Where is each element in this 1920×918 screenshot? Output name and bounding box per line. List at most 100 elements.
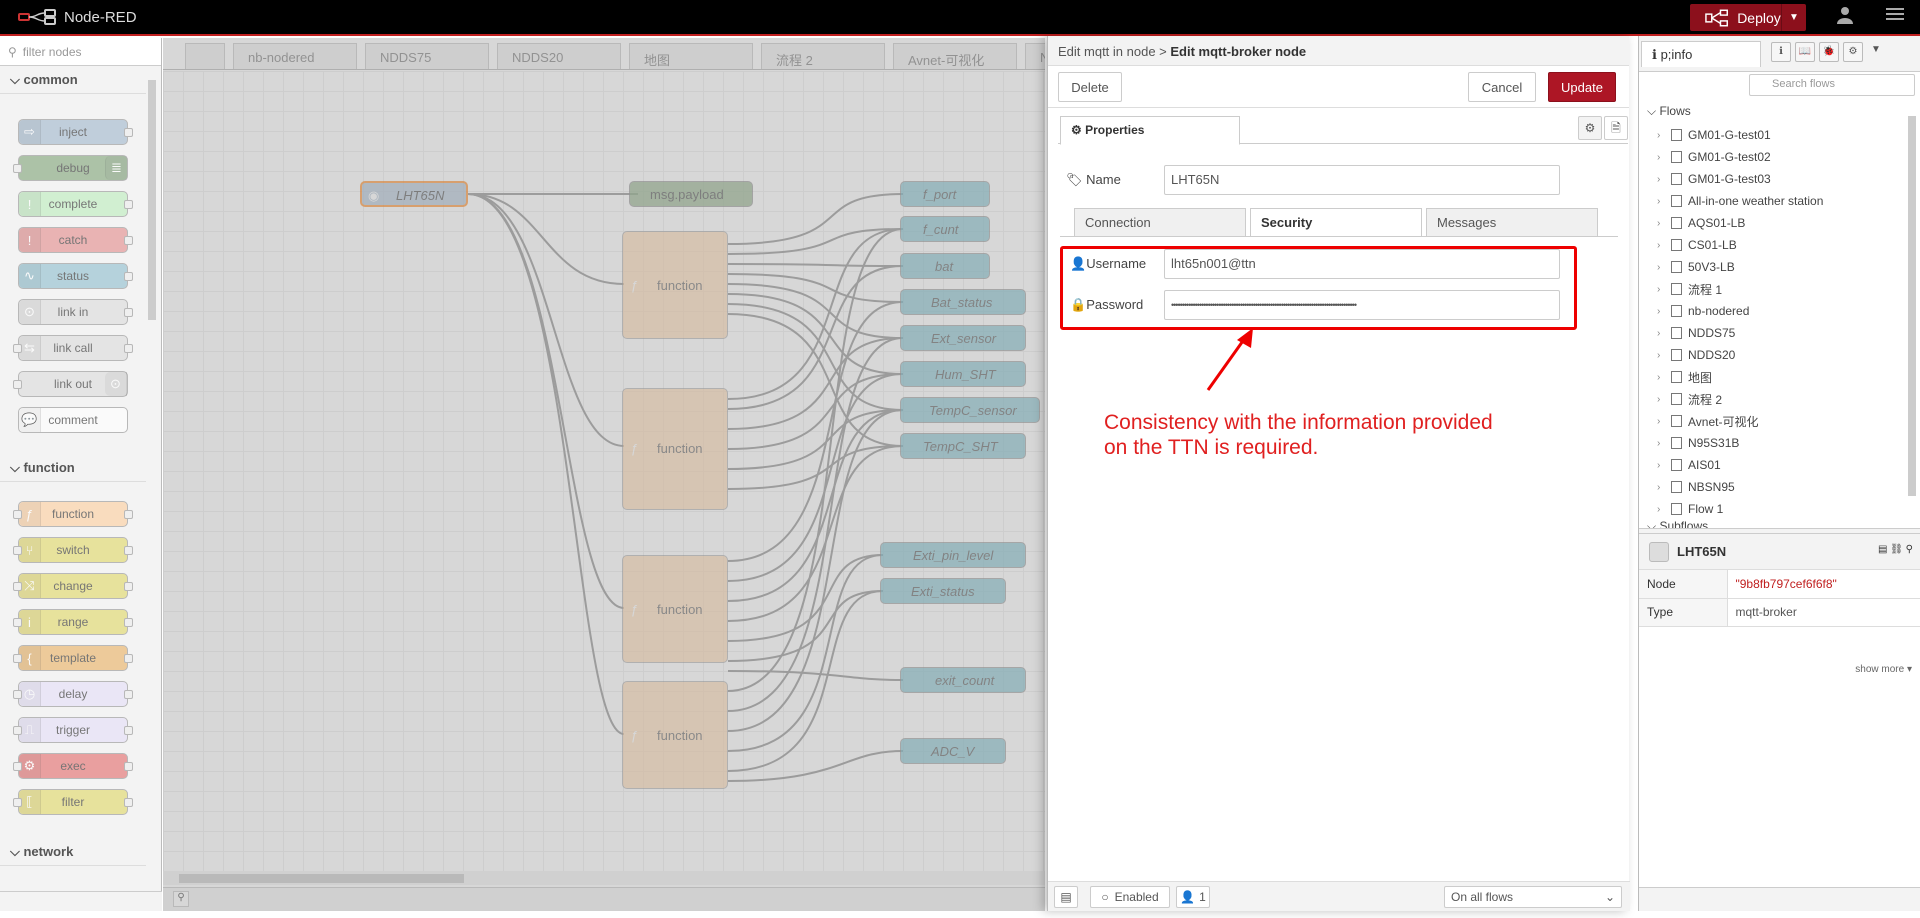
flow-item[interactable]: › 流程 1	[1657, 278, 1897, 300]
scope-select[interactable]: On all flows ⌄	[1444, 886, 1622, 908]
flow-item[interactable]: › Flow 1	[1657, 498, 1897, 520]
node-label: filter	[61, 795, 85, 809]
settings-icon[interactable]: ⚙	[1578, 116, 1602, 140]
flow-item[interactable]: › AQS01-LB	[1657, 212, 1897, 234]
node-label: trigger	[55, 723, 90, 737]
cancel-button[interactable]: Cancel	[1468, 72, 1536, 102]
delay-icon: ◷	[19, 682, 41, 706]
palette-node-complete[interactable]: ! complete	[18, 191, 133, 217]
palette-category-network[interactable]: ⌵ network	[0, 838, 146, 866]
flows-header[interactable]: ⌵ Flows	[1647, 104, 1691, 119]
user-icon[interactable]	[1830, 6, 1860, 30]
name-field[interactable]: LHT65N	[1164, 165, 1560, 195]
flow-item[interactable]: › AIS01	[1657, 454, 1897, 476]
main-menu-icon[interactable]	[1880, 6, 1910, 30]
node-label: link in	[57, 305, 89, 319]
flow-icon	[1671, 195, 1682, 207]
flow-icon	[1671, 393, 1682, 405]
flow-item[interactable]: › NBSN95	[1657, 476, 1897, 498]
flow-item[interactable]: › nb-nodered	[1657, 300, 1897, 322]
annotation-note: Consistency with the information provide…	[1104, 411, 1493, 459]
flow-icon	[1671, 371, 1682, 383]
flow-item[interactable]: › NDDS20	[1657, 344, 1897, 366]
palette-category-function[interactable]: ⌵ function	[0, 454, 146, 482]
flow-item[interactable]: › All-in-one weather station	[1657, 190, 1897, 212]
palette-node-link-in[interactable]: ⊙ link in	[18, 299, 133, 325]
link-out-icon: ⊙	[105, 372, 127, 396]
tab-security[interactable]: Security	[1250, 208, 1422, 237]
config-icon[interactable]: ⚙	[1843, 42, 1863, 62]
palette-node-trigger[interactable]: ⎍ trigger	[13, 717, 133, 743]
palette-scrollbar[interactable]	[146, 68, 158, 918]
flow-item[interactable]: › 地图	[1657, 366, 1897, 388]
flow-item[interactable]: › N95S31B	[1657, 432, 1897, 454]
table-row: Node "9b8fb797cef6f6f8"	[1639, 570, 1920, 599]
tab-messages[interactable]: Messages	[1426, 208, 1598, 237]
palette-node-link-out[interactable]: link out ⊙	[13, 371, 128, 397]
tab-properties[interactable]: ⚙ Properties	[1060, 116, 1240, 145]
description-icon[interactable]: 🗎	[1604, 116, 1628, 140]
bug-icon[interactable]: 🐞	[1819, 42, 1839, 62]
enabled-toggle[interactable]: ○ Enabled	[1090, 886, 1170, 908]
palette-node-status[interactable]: ∿ status	[18, 263, 133, 289]
palette-node-delay[interactable]: ◷ delay	[13, 681, 133, 707]
tab-connection[interactable]: Connection	[1074, 208, 1246, 237]
show-more-link[interactable]: show more ▾	[1855, 664, 1912, 675]
info-action-icons[interactable]: ▤ ⛓ ⚲	[1878, 544, 1913, 555]
palette-node-inject[interactable]: ⇨ inject	[18, 119, 133, 145]
flow-icon	[1671, 173, 1682, 185]
palette-category-common[interactable]: ⌵ common	[0, 66, 146, 94]
link-call-icon: ⇆	[19, 336, 41, 360]
palette-node-switch[interactable]: ⑂ switch	[13, 537, 133, 563]
function-icon: ƒ	[19, 502, 41, 526]
palette-node-change[interactable]: ⤨ change	[13, 573, 133, 599]
palette-node-exec[interactable]: ⚙ exec	[13, 753, 133, 779]
palette-node-catch[interactable]: ! catch	[18, 227, 133, 253]
tab-info[interactable]: ℹ p;info	[1641, 41, 1761, 67]
palette-node-function[interactable]: ƒ function	[13, 501, 133, 527]
palette-filter-input[interactable]: ⚲ filter nodes	[0, 38, 161, 66]
change-icon: ⤨	[19, 574, 41, 598]
palette-node-debug[interactable]: debug ≣	[13, 155, 128, 181]
status-icon: ∿	[19, 264, 41, 288]
flow-item[interactable]: › 流程 2	[1657, 388, 1897, 410]
flow-item[interactable]: › GM01-G-test01	[1657, 124, 1897, 146]
palette-node-filter[interactable]: ⟦ filter	[13, 789, 133, 815]
update-button[interactable]: Update	[1548, 72, 1616, 102]
info-tab-icon[interactable]: ℹ	[1771, 42, 1791, 62]
book-icon[interactable]: 📖	[1795, 42, 1815, 62]
delete-button[interactable]: Delete	[1058, 72, 1122, 102]
subflows-header[interactable]: ⌵ Subflows	[1647, 520, 1708, 528]
sidebar-footer	[1639, 887, 1920, 911]
breadcrumb-parent[interactable]: Edit mqtt in node >	[1058, 44, 1167, 59]
deploy-button[interactable]: Deploy ▼	[1690, 4, 1806, 31]
flow-icon	[1671, 481, 1682, 493]
chevron-down-icon[interactable]: ▼	[1871, 44, 1881, 55]
flow-icon	[1671, 217, 1682, 229]
flow-item[interactable]: › NDDS75	[1657, 322, 1897, 344]
node-help-icon[interactable]: ▤	[1054, 886, 1078, 908]
palette-node-template[interactable]: {template	[13, 645, 133, 671]
flow-icon	[1671, 415, 1682, 427]
flow-item[interactable]: › GM01-G-test02	[1657, 146, 1897, 168]
flow-item[interactable]: › CS01-LB	[1657, 234, 1897, 256]
flow-icon	[1671, 503, 1682, 515]
catch-icon: !	[19, 228, 41, 252]
annotation-arrow	[1206, 328, 1253, 391]
category-label: network	[23, 844, 74, 859]
flows-search-input[interactable]: Search flows	[1749, 74, 1915, 96]
deploy-menu-caret-icon[interactable]: ▼	[1780, 4, 1806, 31]
node-label: exec	[60, 759, 86, 773]
palette-node-comment[interactable]: 💬 comment	[18, 407, 128, 433]
flow-item[interactable]: › 50V3-LB	[1657, 256, 1897, 278]
node-label: inject	[58, 125, 87, 139]
users-count[interactable]: 👤 1	[1176, 886, 1210, 908]
node-label: function	[51, 507, 95, 521]
palette-node-range[interactable]: i range	[13, 609, 133, 635]
flow-item[interactable]: › Avnet-可视化	[1657, 410, 1897, 432]
flows-scrollbar[interactable]	[1905, 104, 1919, 524]
flow-item[interactable]: › GM01-G-test03	[1657, 168, 1897, 190]
palette-node-link-call[interactable]: ⇆ link call	[13, 335, 133, 361]
flow-icon	[1671, 261, 1682, 273]
category-label: common	[23, 72, 78, 87]
